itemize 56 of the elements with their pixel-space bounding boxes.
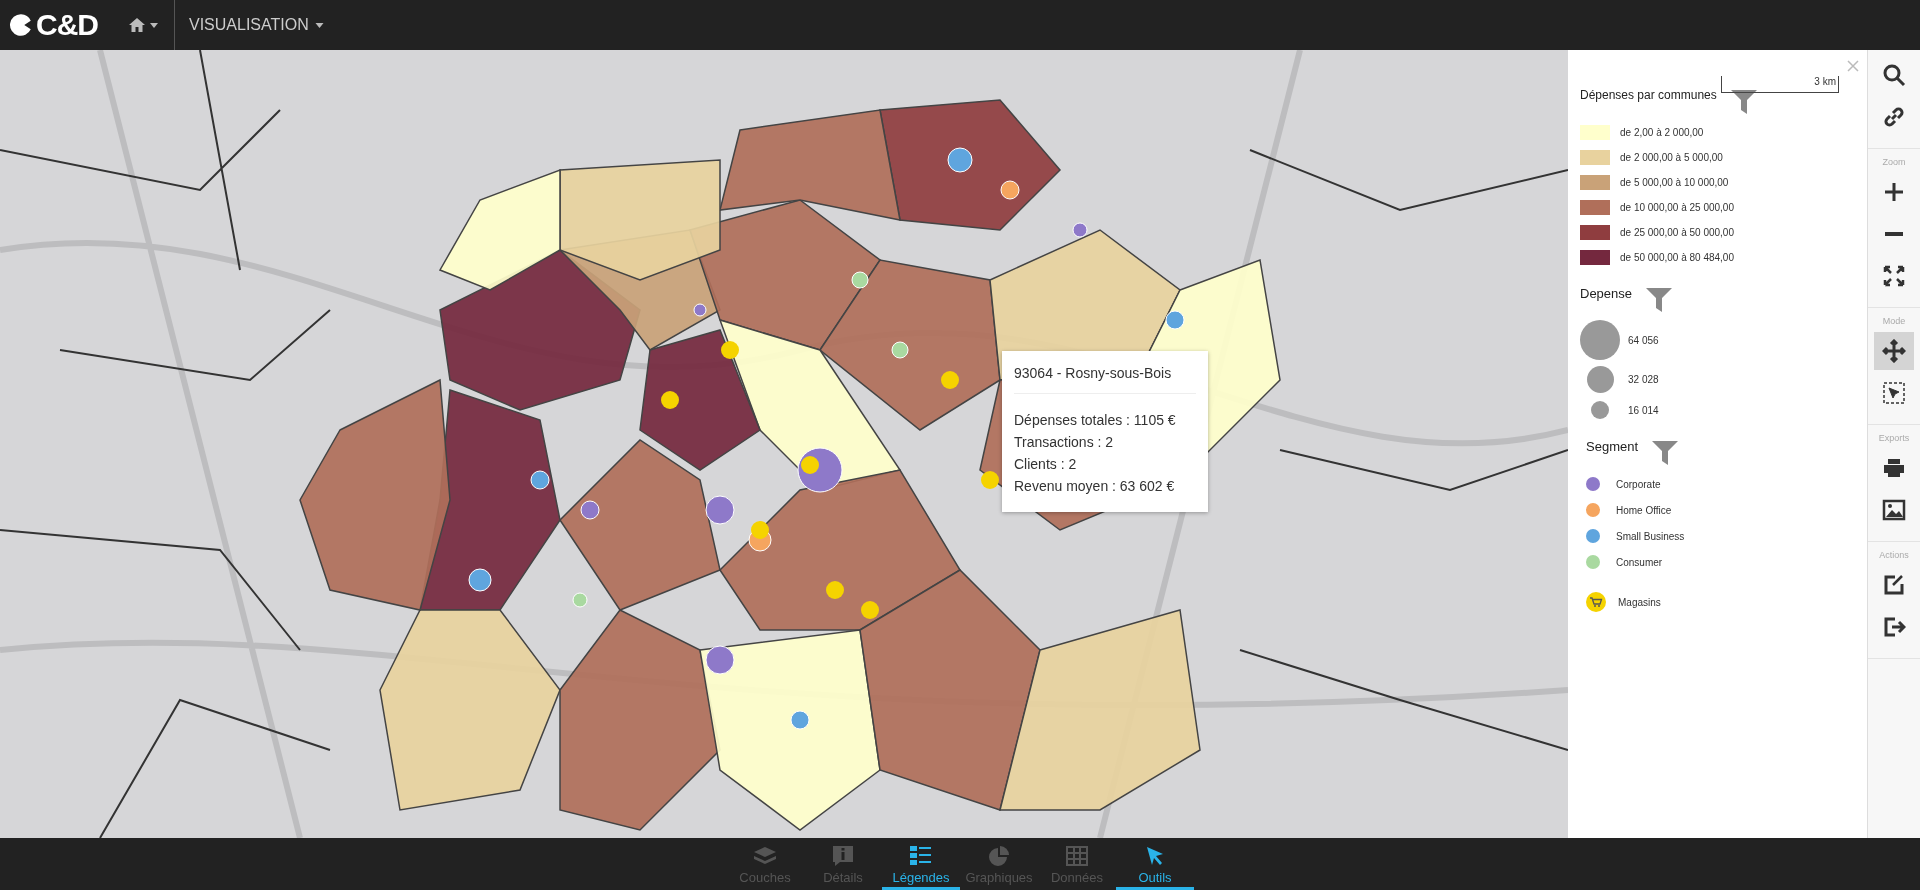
segment-label: Small Business (1616, 530, 1685, 542)
class-label: de 25 000,00 à 50 000,00 (1620, 227, 1734, 238)
select-icon (1882, 381, 1907, 405)
tooltip-title: 93064 - Rosny-sous-Bois (1014, 365, 1173, 381)
toolbar-group-label: Actions (1879, 549, 1909, 562)
zoom-out-icon (1885, 232, 1904, 236)
segment-label: Corporate (1616, 478, 1661, 490)
class-label: de 2,00 à 2 000,00 (1620, 127, 1704, 138)
home-icon (128, 17, 146, 33)
print-icon (1882, 456, 1907, 480)
cart-icon (1586, 592, 1606, 612)
class-label: de 5 000,00 à 10 000,00 (1620, 177, 1729, 188)
link-icon (1882, 105, 1907, 129)
scale-label: 3 km (1814, 76, 1837, 87)
size-circle-icon (1591, 401, 1609, 419)
size-label: 16 014 (1628, 404, 1659, 416)
legend-tab[interactable]: Légendes (882, 838, 960, 890)
pan-icon (1882, 339, 1907, 363)
search-icon (1882, 63, 1907, 87)
class-label: de 2 000,00 à 5 000,00 (1620, 152, 1723, 163)
tooltip-line: Clients : 2 (1014, 456, 1078, 472)
stores-label: Magasins (1618, 596, 1661, 608)
tooltip-line: Transactions : 2 (1014, 434, 1115, 450)
caret-icon (150, 22, 158, 28)
edit-icon (1882, 573, 1907, 597)
logo-icon (8, 12, 34, 38)
fit-icon (1882, 264, 1907, 288)
size-circle-icon (1586, 366, 1614, 393)
visualisation-menu[interactable]: VISUALISATION (175, 0, 338, 50)
segment-label: Home Office (1616, 504, 1672, 516)
tooltip-line: Revenu moyen : 63 602 € (1014, 478, 1176, 494)
legend-icon (908, 845, 934, 867)
toolbar-group-label: Mode (1882, 315, 1906, 328)
filter-icon[interactable] (1730, 90, 1757, 114)
legend-title: Segment (1585, 439, 1639, 454)
segment-label: Consumer (1616, 556, 1663, 568)
tooltip-line: Dépenses totales : 1105 € (1014, 412, 1177, 428)
toolbar-group-label: Zoom (1882, 156, 1906, 169)
cursor-tab[interactable]: Outils (1116, 838, 1194, 890)
pan-button[interactable] (1874, 332, 1915, 370)
size-label: 32 028 (1628, 374, 1659, 385)
info-icon (830, 845, 856, 867)
class-label: de 50 000,00 à 80 484,00 (1620, 252, 1734, 263)
grid-icon (1064, 845, 1090, 867)
legend-title: Dépenses par communes (1580, 88, 1717, 102)
size-circle-icon (1580, 320, 1620, 360)
size-label: 64 056 (1628, 334, 1659, 346)
toolbar-group-label: Exports (1878, 432, 1910, 445)
image-icon (1882, 498, 1907, 522)
legend-title: Depense (1580, 286, 1633, 301)
exit-icon (1882, 615, 1907, 639)
pie-icon (986, 845, 1012, 867)
caret-icon (314, 22, 324, 28)
logo-text: C&D (36, 8, 98, 42)
layers-icon (752, 845, 778, 867)
class-label: de 10 000,00 à 25 000,00 (1620, 202, 1734, 213)
